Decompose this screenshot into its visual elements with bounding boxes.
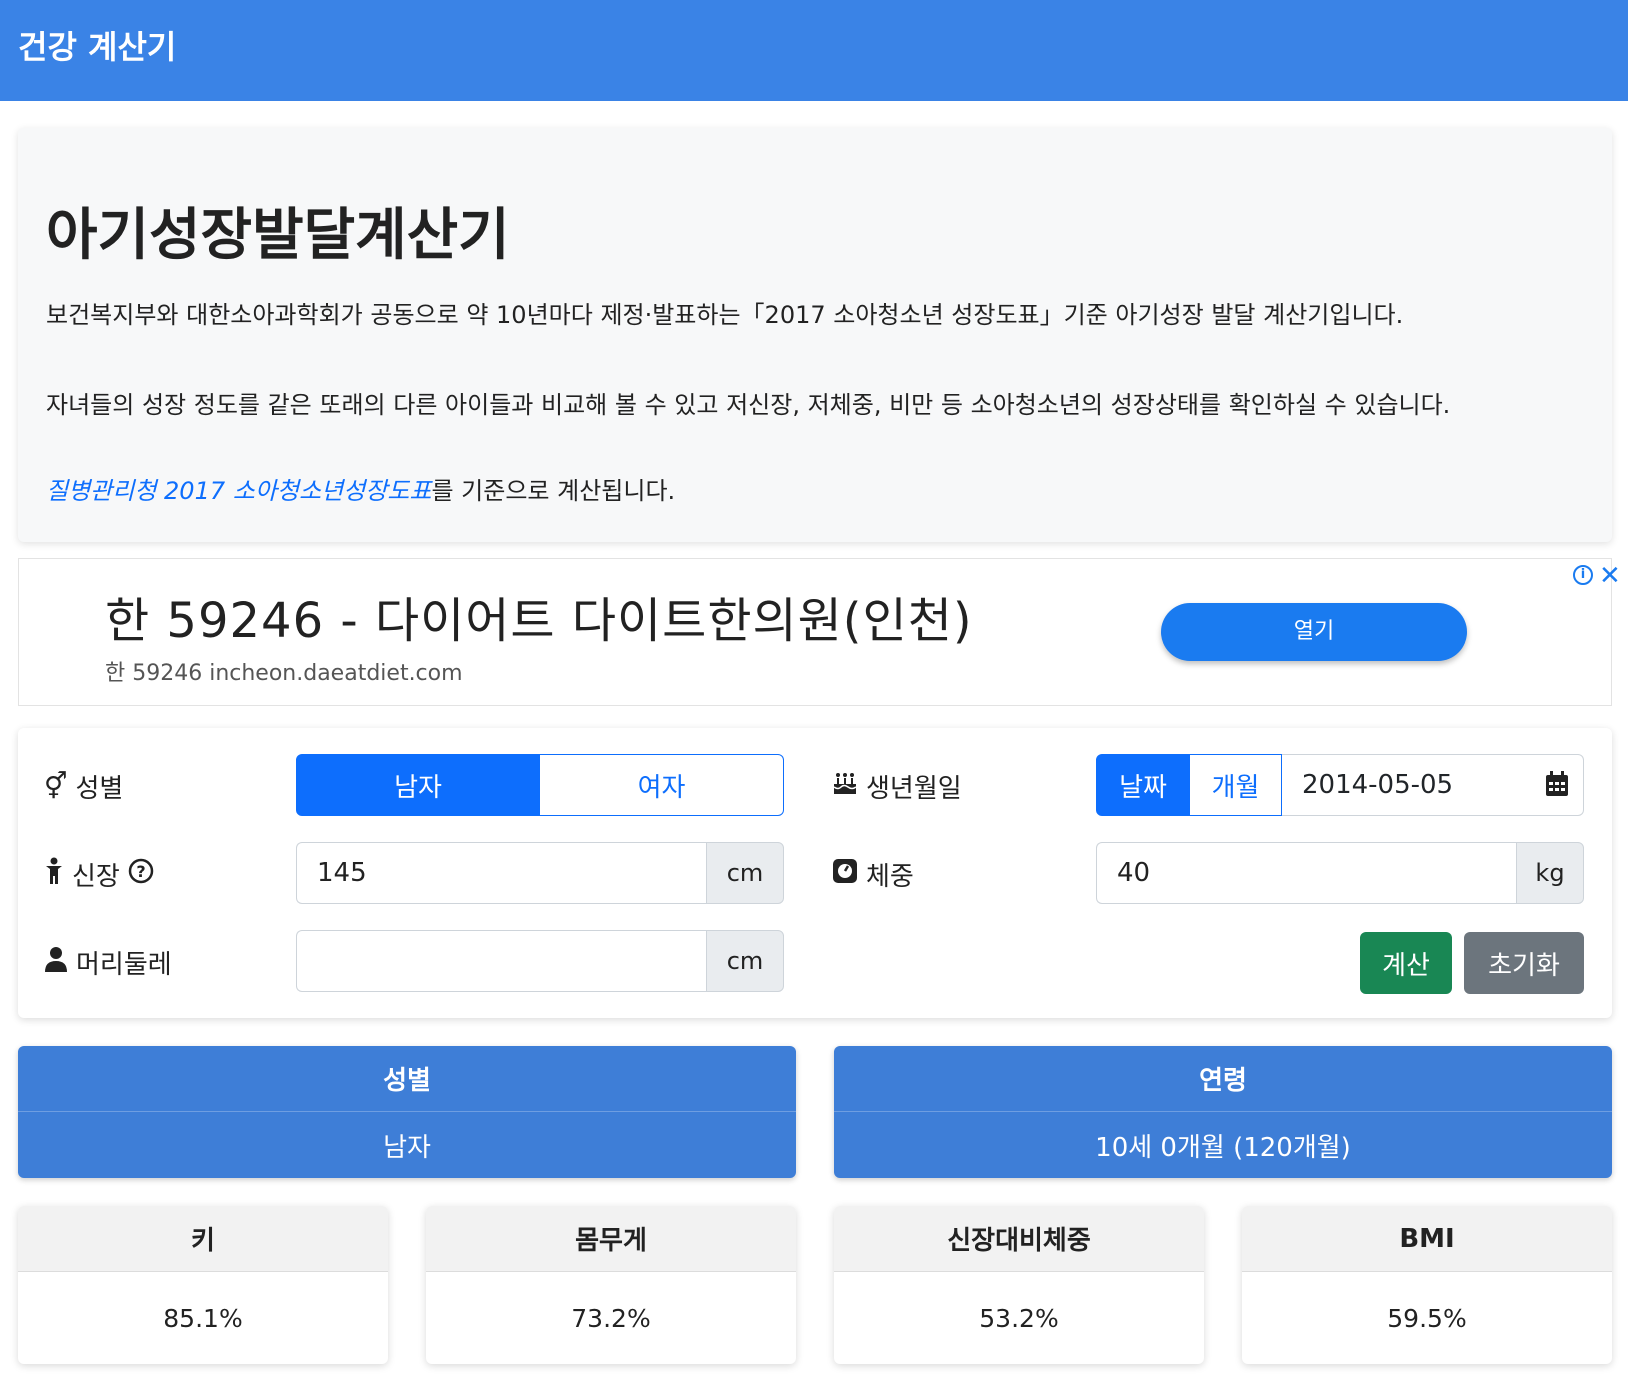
ad-headline[interactable]: 한 59246 - 다이어트 다이트한의원(인천) — [105, 581, 973, 651]
head-unit: cm — [706, 930, 784, 992]
head-circumference-input[interactable] — [296, 930, 706, 992]
ad-open-button[interactable]: 열기 — [1161, 603, 1467, 661]
percentile-value: 53.2% — [979, 1303, 1059, 1333]
percentile-value: 73.2% — [571, 1303, 651, 1333]
help-icon[interactable]: ? — [128, 858, 154, 891]
height-input[interactable]: 145 — [296, 842, 706, 904]
percentile-card-bmi: BMI 59.5% — [1242, 1206, 1612, 1364]
user-icon — [44, 946, 68, 979]
birth-mode-date[interactable]: 날짜 — [1096, 754, 1190, 816]
percentile-card-height: 키 85.1% — [18, 1206, 388, 1364]
weight-input-group: 40 kg — [1096, 842, 1584, 904]
calculate-button[interactable]: 계산 — [1360, 932, 1452, 994]
birth-mode-toggle: 날짜 개월 — [1096, 754, 1282, 816]
reset-button[interactable]: 초기화 — [1464, 932, 1584, 994]
weight-unit: kg — [1516, 842, 1584, 904]
scale-icon — [832, 858, 858, 891]
percentile-label: 몸무게 — [426, 1206, 796, 1272]
head-label-group: 머리둘레 — [44, 944, 172, 981]
result-gender-card: 성별 남자 — [18, 1046, 796, 1178]
result-age-value: 10세 0개월 (120개월) — [1095, 1132, 1351, 1163]
height-label: 신장 — [72, 862, 120, 892]
percentile-label: 신장대비체중 — [834, 1206, 1204, 1272]
intro-paragraph-2: 자녀들의 성장 정도를 같은 또래의 다른 아이들과 비교해 볼 수 있고 저신… — [46, 391, 1451, 419]
svg-text:?: ? — [136, 862, 145, 881]
navbar: 건강 계산기 — [0, 0, 1628, 101]
result-gender-header: 성별 — [18, 1046, 796, 1112]
gender-option-female[interactable]: 여자 — [540, 754, 784, 816]
navbar-brand[interactable]: 건강 계산기 — [18, 22, 176, 68]
weight-label-group: 체중 — [832, 856, 914, 893]
gender-icon: ⚥ — [44, 771, 68, 802]
calendar-icon[interactable] — [1545, 771, 1569, 797]
weight-label: 체중 — [866, 862, 914, 892]
height-label-group: 신장 ? — [44, 856, 154, 893]
result-age-card: 연령 10세 0개월 (120개월) — [834, 1046, 1612, 1178]
intro-panel: 아기성장발달계산기 보건복지부와 대한소아과학회가 공동으로 약 10년마다 제… — [18, 128, 1612, 542]
birth-mode-month[interactable]: 개월 — [1190, 754, 1282, 816]
intro-paragraph-3: 질병관리청 2017 소아청소년성장도표를 기준으로 계산됩니다. — [46, 472, 675, 511]
close-icon[interactable]: ✕ — [1599, 561, 1621, 591]
birth-date-value: 2014-05-05 — [1302, 770, 1454, 800]
head-label: 머리둘레 — [76, 950, 172, 980]
child-icon — [44, 857, 64, 892]
gender-option-male[interactable]: 남자 — [296, 754, 540, 816]
birth-date-input[interactable]: 2014-05-05 — [1282, 754, 1584, 816]
weight-input[interactable]: 40 — [1096, 842, 1516, 904]
info-icon[interactable]: i — [1573, 565, 1593, 585]
birth-label: 생년월일 — [866, 774, 962, 804]
birthday-cake-icon — [832, 770, 858, 803]
link-suffix-text: 를 기준으로 계산됩니다. — [431, 477, 676, 505]
ad-url[interactable]: 한 59246 incheon.daeatdiet.com — [105, 655, 463, 687]
percentile-value: 85.1% — [163, 1303, 243, 1333]
birth-label-group: 생년월일 — [832, 768, 962, 805]
height-input-group: 145 cm — [296, 842, 784, 904]
head-input-group: cm — [296, 930, 784, 992]
page-title: 아기성장발달계산기 — [46, 203, 510, 268]
percentile-card-weight-for-height: 신장대비체중 53.2% — [834, 1206, 1204, 1364]
gender-label-group: ⚥ 성별 — [44, 768, 123, 805]
gender-label: 성별 — [75, 774, 124, 804]
input-form: ⚥ 성별 남자 여자 생년월일 날짜 개월 2014-05-05 신장 ? 14… — [18, 728, 1612, 1018]
result-age-header: 연령 — [834, 1046, 1612, 1112]
percentile-value: 59.5% — [1387, 1303, 1467, 1333]
percentile-label: BMI — [1242, 1206, 1612, 1272]
growth-chart-link[interactable]: 질병관리청 2017 소아청소년성장도표 — [46, 477, 431, 505]
gender-toggle: 남자 여자 — [296, 754, 784, 816]
ad-banner[interactable]: 한 59246 - 다이어트 다이트한의원(인천) 한 59246 incheo… — [18, 558, 1621, 706]
intro-paragraph-1: 보건복지부와 대한소아과학회가 공동으로 약 10년마다 제정·발표하는「201… — [46, 301, 1404, 329]
percentile-card-weight: 몸무게 73.2% — [426, 1206, 796, 1364]
height-unit: cm — [706, 842, 784, 904]
percentile-label: 키 — [18, 1206, 388, 1272]
result-gender-value: 남자 — [383, 1132, 431, 1163]
